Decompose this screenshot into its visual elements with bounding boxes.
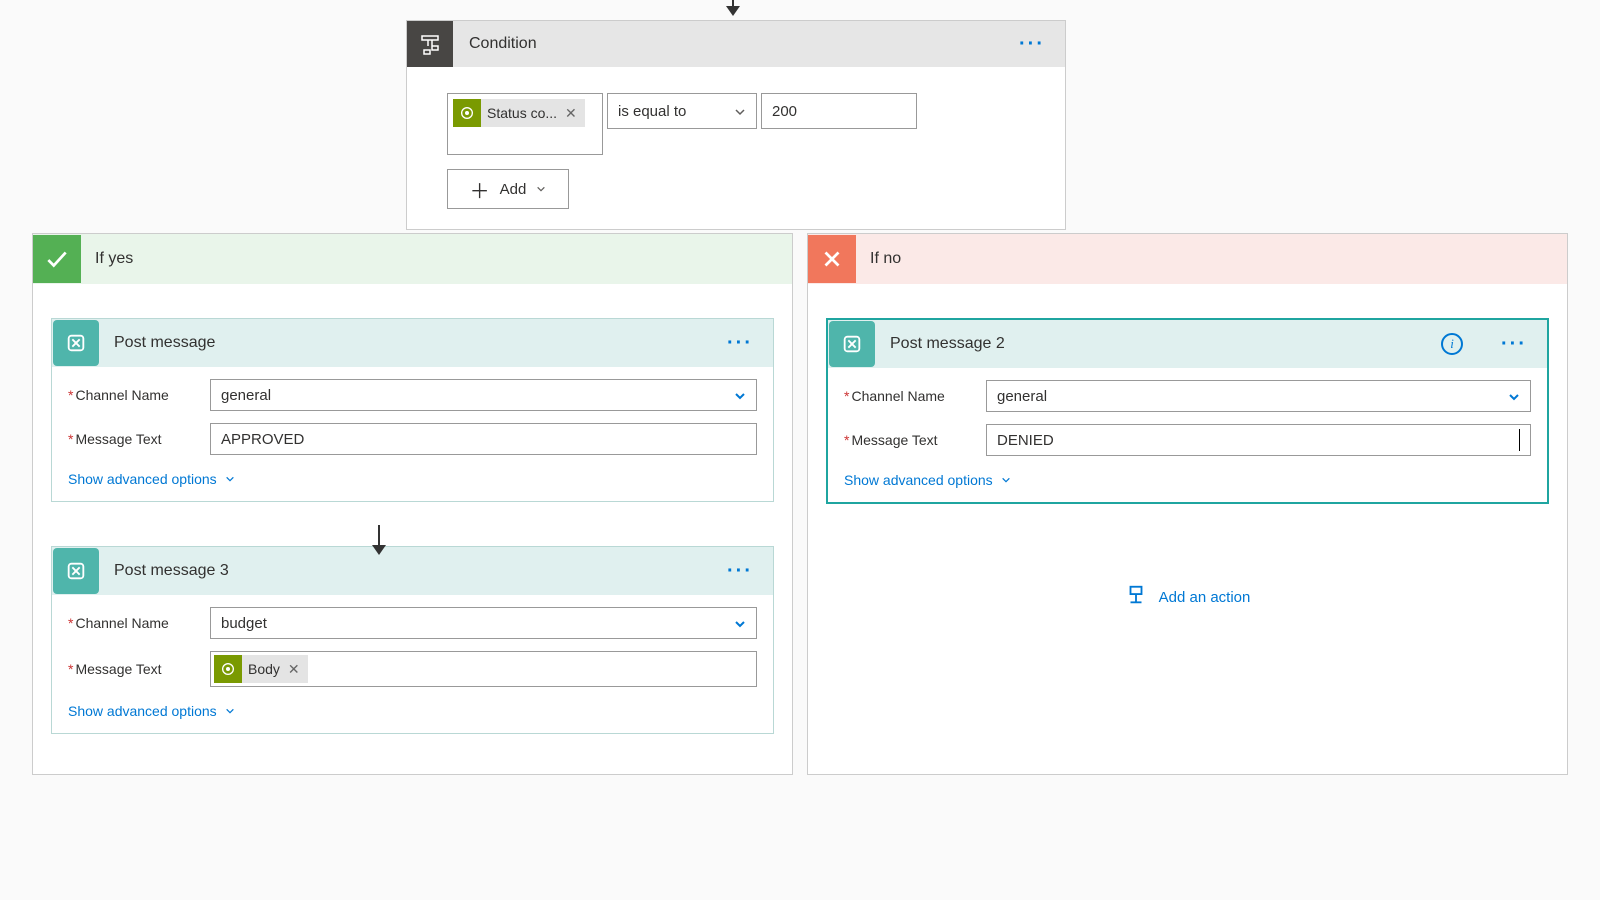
- chevron-down-icon: [734, 617, 746, 629]
- slack-icon: [53, 548, 99, 594]
- post-message-card-1: Post message ··· *Channel Name general *…: [51, 318, 774, 502]
- channel-name-select[interactable]: general: [986, 380, 1531, 412]
- chevron-down-icon: [734, 389, 746, 401]
- action-title: Post message 3: [114, 562, 707, 580]
- action-title: Post message 2: [890, 335, 1441, 353]
- action-title: Post message: [114, 334, 707, 352]
- message-text-input[interactable]: Body ✕: [210, 651, 757, 687]
- message-text-row: *Message Text Body ✕: [68, 651, 757, 687]
- action-body: *Channel Name budget *Message Text Body: [52, 595, 773, 733]
- chevron-down-icon: [225, 471, 235, 487]
- message-value: DENIED: [997, 432, 1054, 449]
- condition-left-operand[interactable]: Status co... ✕: [447, 93, 603, 155]
- operator-value: is equal to: [618, 103, 686, 120]
- action-body: *Channel Name general *Message Text APPR…: [52, 367, 773, 501]
- if-no-label: If no: [870, 250, 901, 268]
- channel-value: general: [221, 387, 271, 404]
- slack-icon: [53, 320, 99, 366]
- if-no-header: If no: [808, 234, 1567, 284]
- close-icon: [808, 235, 856, 283]
- chevron-down-icon: [1508, 390, 1520, 402]
- add-label: Add: [500, 181, 527, 198]
- post-message-card-3: Post message 3 ··· *Channel Name budget …: [51, 546, 774, 734]
- chevron-down-icon: [225, 703, 235, 719]
- add-action-label: Add an action: [1159, 589, 1251, 606]
- message-text-label: *Message Text: [68, 431, 210, 447]
- action-header[interactable]: Post message 3 ···: [52, 547, 773, 595]
- channel-name-row: *Channel Name general: [68, 379, 757, 411]
- condition-value: 200: [772, 103, 797, 120]
- channel-name-row: *Channel Name budget: [68, 607, 757, 639]
- channel-name-label: *Channel Name: [68, 615, 210, 631]
- if-no-body: Post message 2 i ··· *Channel Name gener…: [808, 284, 1567, 650]
- more-menu-icon[interactable]: ···: [707, 560, 773, 583]
- token-label: Status co...: [487, 105, 557, 121]
- message-text-input[interactable]: DENIED: [986, 424, 1531, 456]
- http-icon: [214, 655, 242, 683]
- branches-container: If yes Post message ··· *Channel Name ge…: [32, 233, 1568, 775]
- message-text-label: *Message Text: [844, 432, 986, 448]
- if-yes-branch: If yes Post message ··· *Channel Name ge…: [32, 233, 793, 775]
- more-menu-icon[interactable]: ···: [999, 33, 1065, 56]
- channel-value: general: [997, 388, 1047, 405]
- more-menu-icon[interactable]: ···: [707, 332, 773, 355]
- channel-name-select[interactable]: general: [210, 379, 757, 411]
- message-text-row: *Message Text DENIED: [844, 424, 1531, 456]
- channel-value: budget: [221, 615, 267, 632]
- if-yes-body: Post message ··· *Channel Name general *…: [33, 284, 792, 774]
- show-advanced-link[interactable]: Show advanced options: [68, 467, 235, 497]
- if-yes-header: If yes: [33, 234, 792, 284]
- plus-icon: ＋: [470, 175, 490, 204]
- if-yes-label: If yes: [95, 250, 133, 268]
- action-header[interactable]: Post message 2 i ···: [828, 320, 1547, 368]
- condition-title: Condition: [469, 35, 999, 53]
- channel-name-select[interactable]: budget: [210, 607, 757, 639]
- if-no-branch: If no Post message 2 i ··· *Channel Name…: [807, 233, 1568, 775]
- http-icon: [453, 99, 481, 127]
- chevron-down-icon: [1001, 472, 1011, 488]
- channel-name-label: *Channel Name: [68, 387, 210, 403]
- text-cursor: [1519, 429, 1520, 451]
- add-action-button[interactable]: Add an action: [826, 584, 1549, 610]
- action-body: *Channel Name general *Message Text DENI…: [828, 368, 1547, 502]
- condition-body: Status co... ✕ is equal to 200 ＋ Add: [407, 67, 1065, 229]
- remove-token-icon[interactable]: ✕: [288, 661, 300, 678]
- message-text-label: *Message Text: [68, 661, 210, 677]
- condition-value-input[interactable]: 200: [761, 93, 917, 129]
- condition-card: Condition ··· Status co... ✕ is equal to…: [406, 20, 1066, 230]
- message-text-row: *Message Text APPROVED: [68, 423, 757, 455]
- chevron-down-icon: [734, 105, 746, 117]
- add-action-icon: [1125, 584, 1147, 610]
- condition-header[interactable]: Condition ···: [407, 21, 1065, 67]
- action-header[interactable]: Post message ···: [52, 319, 773, 367]
- condition-icon: [407, 21, 453, 67]
- flow-arrow-top: [732, 0, 734, 14]
- channel-name-row: *Channel Name general: [844, 380, 1531, 412]
- condition-row: Status co... ✕ is equal to 200: [447, 93, 1025, 155]
- remove-token-icon[interactable]: ✕: [565, 105, 577, 122]
- chevron-down-icon: [536, 181, 546, 198]
- show-advanced-link[interactable]: Show advanced options: [68, 699, 235, 729]
- post-message-card-2: Post message 2 i ··· *Channel Name gener…: [826, 318, 1549, 504]
- condition-operator-select[interactable]: is equal to: [607, 93, 757, 129]
- info-icon[interactable]: i: [1441, 333, 1463, 355]
- checkmark-icon: [33, 235, 81, 283]
- token-label: Body: [248, 661, 280, 677]
- show-advanced-link[interactable]: Show advanced options: [844, 468, 1011, 498]
- flow-arrow-mid: [378, 525, 380, 553]
- add-condition-button[interactable]: ＋ Add: [447, 169, 569, 209]
- more-menu-icon[interactable]: ···: [1481, 333, 1547, 356]
- message-text-input[interactable]: APPROVED: [210, 423, 757, 455]
- body-token[interactable]: Body ✕: [214, 655, 308, 683]
- status-code-token[interactable]: Status co... ✕: [453, 99, 585, 127]
- message-value: APPROVED: [221, 431, 304, 448]
- slack-icon: [829, 321, 875, 367]
- channel-name-label: *Channel Name: [844, 388, 986, 404]
